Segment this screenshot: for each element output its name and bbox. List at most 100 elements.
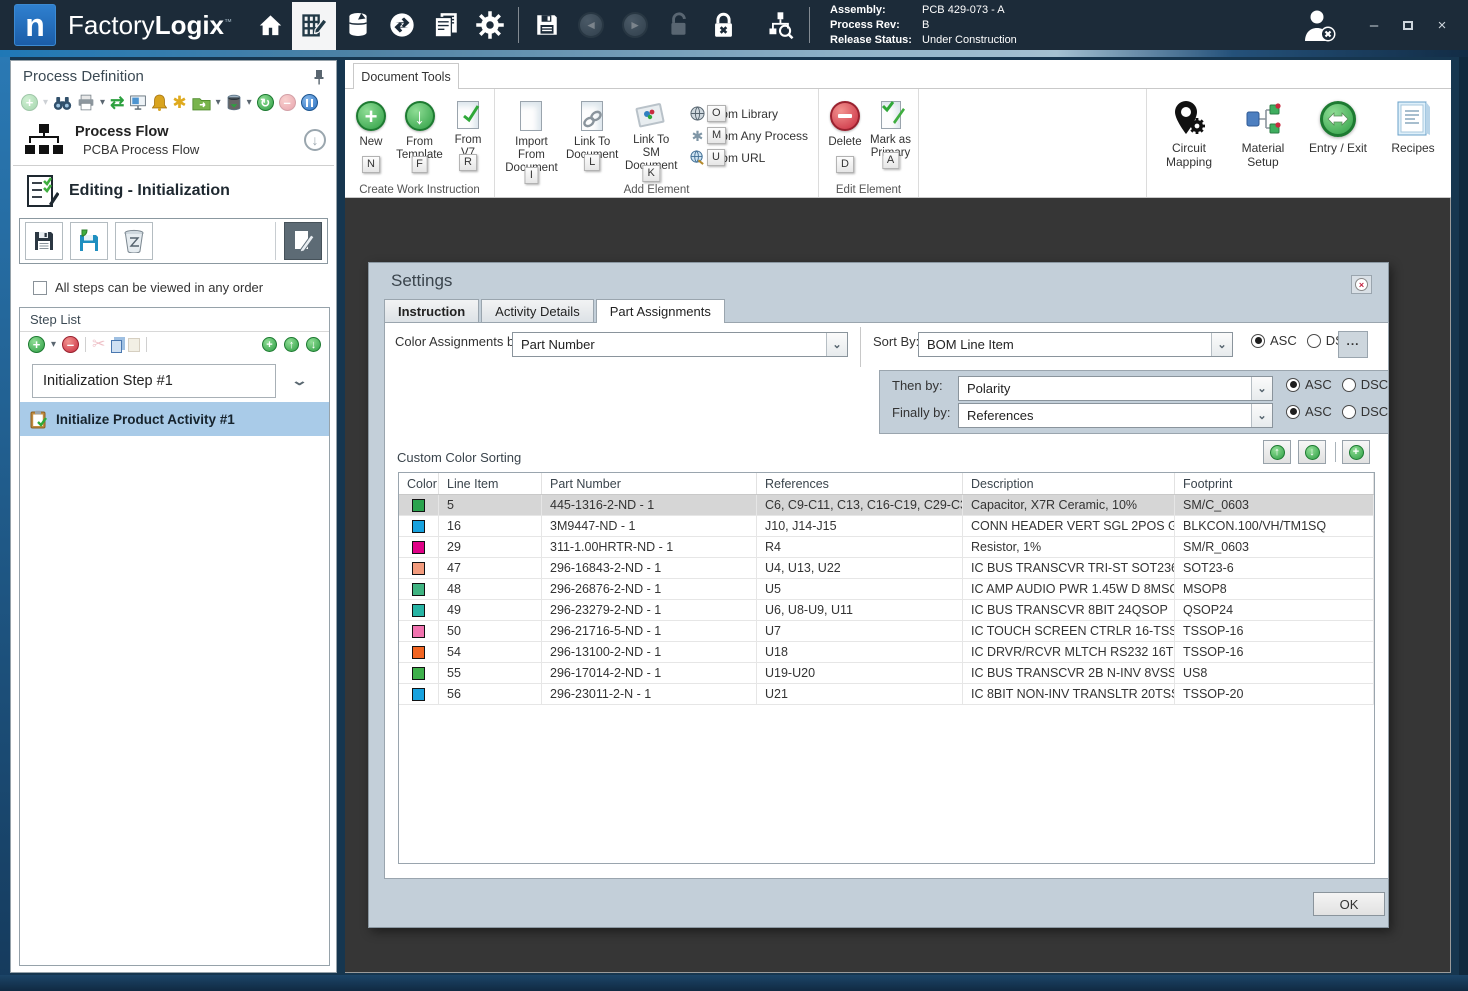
remove-process-button[interactable]: – (279, 94, 296, 111)
add-special-step-button[interactable]: + (262, 337, 277, 352)
entry-exit-button[interactable]: Entry / Exit (1309, 97, 1367, 197)
move-step-up-button[interactable]: ↑ (284, 337, 299, 352)
export-folder-icon[interactable] (192, 95, 211, 111)
pin-button[interactable] (312, 69, 326, 85)
cut-icon[interactable]: ✂ (92, 337, 105, 353)
save-button[interactable] (525, 0, 569, 50)
col-part-number[interactable]: Part Number (542, 473, 757, 494)
finally-dsc-radio[interactable] (1342, 405, 1356, 419)
combo-dropdown-icon[interactable]: ⌄ (826, 333, 847, 356)
color-swatch[interactable] (412, 541, 425, 554)
step-collapse-chevron-icon[interactable]: ⌄ (291, 373, 308, 389)
then-dsc-radio[interactable] (1342, 378, 1356, 392)
circuit-mapping-button[interactable]: Circuit Mapping (1161, 97, 1217, 197)
add-step-caret-icon[interactable]: ▾ (51, 340, 56, 350)
save-step-button[interactable] (25, 222, 63, 260)
color-swatch[interactable] (412, 583, 425, 596)
move-color-down-button[interactable]: ↓ (1298, 440, 1326, 464)
activity-row-selected[interactable]: Initialize Product Activity #1 (20, 402, 329, 436)
process-search-button[interactable] (759, 0, 803, 50)
delete-element-button[interactable]: Delete D (823, 99, 867, 149)
color-swatch[interactable] (412, 625, 425, 638)
gold-gear-icon[interactable]: ✱ (172, 94, 186, 111)
add-process-button[interactable]: + (21, 94, 38, 111)
table-row[interactable]: 16 3M9447-ND - 1 J10, J14-J15 CONN HEADE… (399, 516, 1374, 537)
unlock-button[interactable] (657, 0, 701, 50)
add-color-button[interactable]: + (1342, 440, 1370, 464)
table-row[interactable]: 55 296-17014-2-ND - 1 U19-U20 IC BUS TRA… (399, 663, 1374, 684)
lock-x-button[interactable] (701, 0, 745, 50)
maximize-button[interactable] (1396, 17, 1420, 34)
material-setup-button[interactable]: Material Setup (1235, 97, 1291, 197)
archive-dropdown-caret-icon[interactable]: ▾ (247, 98, 252, 108)
new-button[interactable]: + New N (349, 99, 393, 149)
move-color-up-button[interactable]: ↑ (1263, 440, 1291, 464)
combo-dropdown-icon[interactable]: ⌄ (1251, 377, 1272, 400)
color-swatch[interactable] (412, 688, 425, 701)
table-row[interactable]: 54 296-13100-2-ND - 1 U18 IC DRVR/RCVR M… (399, 642, 1374, 663)
ok-button[interactable]: OK (1313, 892, 1385, 916)
reassign-icon[interactable]: ⇄ (110, 94, 124, 111)
col-line-item[interactable]: Line Item (439, 473, 542, 494)
col-description[interactable]: Description (963, 473, 1175, 494)
from-any-process-button[interactable]: ✱ From Any Process M (690, 127, 808, 144)
col-references[interactable]: References (757, 473, 963, 494)
bell-icon[interactable] (152, 94, 167, 111)
table-row[interactable]: 5 445-1316-2-ND - 1 C6, C9-C11, C13, C16… (399, 495, 1374, 516)
table-row[interactable]: 47 296-16843-2-ND - 1 U4, U13, U22 IC BU… (399, 558, 1374, 579)
sort-by-select[interactable]: BOM Line Item ⌄ (918, 332, 1233, 357)
process-editor-button[interactable] (292, 2, 336, 50)
process-flow-row[interactable]: Process Flow PCBA Process Flow ↓ (11, 117, 336, 165)
home-button[interactable] (248, 0, 292, 50)
sort-dsc-radio[interactable] (1307, 334, 1321, 348)
close-button[interactable]: × (1430, 17, 1454, 34)
link-to-sm-document-button[interactable]: Link To SM Document K (620, 99, 682, 173)
any-order-checkbox[interactable] (33, 281, 47, 295)
settings-button[interactable] (468, 0, 512, 50)
step-name-field[interactable]: Initialization Step #1 (32, 364, 276, 398)
combo-dropdown-icon[interactable]: ⌄ (1251, 404, 1272, 427)
save-as-button[interactable] (70, 222, 108, 260)
more-sort-options-button[interactable]: ... (1338, 331, 1368, 358)
combo-dropdown-icon[interactable]: ⌄ (1211, 333, 1232, 356)
print-dropdown-caret-icon[interactable]: ▾ (100, 98, 105, 108)
color-assignments-select[interactable]: Part Number ⌄ (512, 332, 848, 357)
dialog-close-button[interactable]: × (1351, 275, 1372, 294)
materials-button[interactable] (336, 0, 380, 50)
color-swatch[interactable] (412, 604, 425, 617)
mark-as-primary-button[interactable]: Mark as Primary A (867, 99, 914, 160)
move-step-down-button[interactable]: ↓ (306, 337, 321, 352)
finally-by-select[interactable]: References ⌄ (958, 403, 1273, 428)
finally-asc-radio[interactable] (1286, 405, 1300, 419)
table-row[interactable]: 56 296-23011-2-N - 1 U21 IC 8BIT NON-INV… (399, 684, 1374, 705)
print-icon[interactable] (77, 94, 95, 111)
table-row[interactable]: 29 311-1.00HRTR-ND - 1 R4 Resistor, 1% S… (399, 537, 1374, 558)
table-row[interactable]: 48 296-26876-2-ND - 1 U5 IC AMP AUDIO PW… (399, 579, 1374, 600)
color-swatch[interactable] (412, 562, 425, 575)
color-swatch[interactable] (412, 667, 425, 680)
presentation-icon[interactable] (129, 94, 147, 111)
copy-icon[interactable] (111, 340, 122, 353)
col-color[interactable]: Color (399, 473, 439, 494)
logout-user-button[interactable] (1300, 7, 1340, 43)
recipes-button[interactable]: Recipes (1385, 97, 1441, 197)
color-swatch[interactable] (412, 646, 425, 659)
from-template-button[interactable]: ↓ From Template F (393, 99, 446, 162)
paste-icon[interactable] (128, 338, 140, 352)
minimize-button[interactable]: – (1362, 17, 1386, 34)
delete-step-button[interactable] (115, 222, 153, 260)
edit-mode-button[interactable] (284, 222, 322, 260)
documents-button[interactable] (424, 0, 468, 50)
tab-document-tools[interactable]: Document Tools (353, 63, 459, 89)
forward-button[interactable]: ► (613, 0, 657, 50)
table-row[interactable]: 49 296-23279-2-ND - 1 U6, U8-U9, U11 IC … (399, 600, 1374, 621)
refresh-button[interactable]: ↻ (257, 94, 274, 111)
import-from-document-button[interactable]: Import From Document I (499, 99, 564, 175)
tab-part-assignments[interactable]: Part Assignments (596, 299, 725, 323)
add-dropdown-caret-icon[interactable]: ▾ (43, 98, 48, 108)
then-asc-radio[interactable] (1286, 378, 1300, 392)
from-url-button[interactable]: From URL U (690, 149, 808, 166)
then-by-select[interactable]: Polarity ⌄ (958, 376, 1273, 401)
back-button[interactable]: ◄ (569, 0, 613, 50)
expand-process-flow-button[interactable]: ↓ (304, 129, 326, 151)
